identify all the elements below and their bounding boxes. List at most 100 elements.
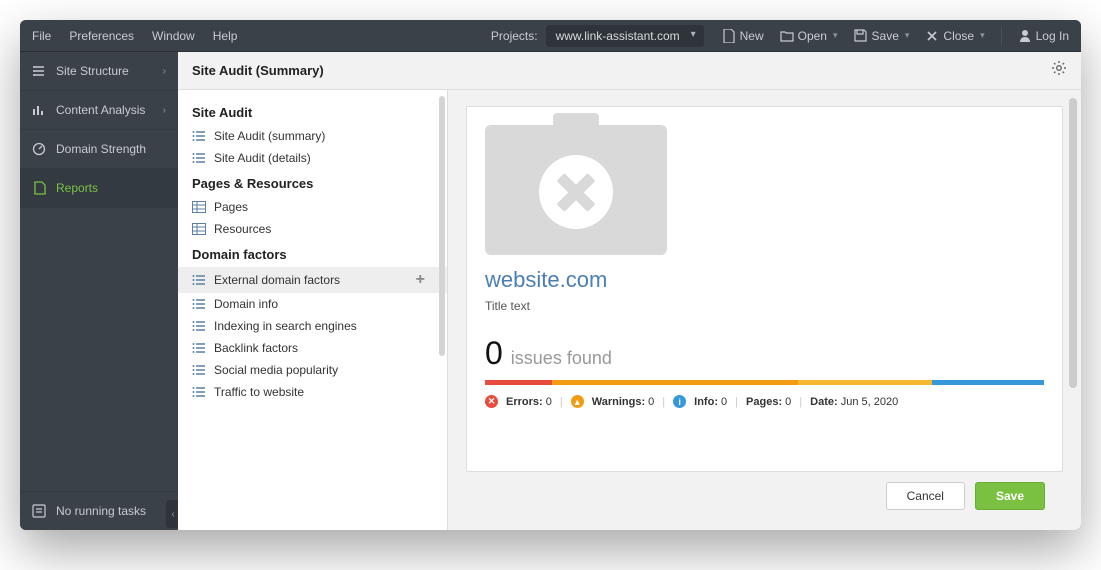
nav-row-label: Backlink factors (214, 341, 298, 355)
info-icon: i (673, 395, 686, 408)
warning-icon: ▲ (571, 395, 584, 408)
nav-row[interactable]: Backlink factors (178, 337, 447, 359)
tasks-icon (32, 504, 46, 518)
issues-summary: 0 issues found (485, 335, 1044, 372)
nav-row[interactable]: External domain factors + (178, 267, 447, 293)
scrollbar[interactable] (1069, 98, 1077, 388)
sidebar: Site Structure › Content Analysis › Doma… (20, 52, 178, 530)
nav-section-heading: Site Audit (178, 98, 447, 125)
nav-row[interactable]: Pages (178, 196, 447, 218)
chevron-down-icon: ▾ (980, 30, 985, 41)
project-select[interactable]: www.link-assistant.com (546, 25, 704, 47)
sidebar-item-reports[interactable]: Reports (20, 169, 178, 208)
issues-label: issues found (511, 348, 612, 369)
sidebar-item-label: Content Analysis (56, 103, 145, 117)
preview-card: website.com Title text 0 issues found ✕ … (466, 106, 1063, 472)
menu-file[interactable]: File (32, 29, 51, 43)
report-nav-panel: Site Audit Site Audit (summary) Site Audit… (178, 90, 448, 530)
nav-row-label: Pages (214, 200, 248, 214)
user-icon (1018, 29, 1032, 43)
list-icon (192, 152, 206, 164)
nav-row[interactable]: Traffic to website (178, 381, 447, 403)
document-icon (32, 181, 46, 195)
toolbar-actions: New Open ▾ Save ▾ Close ▾ Log In (722, 27, 1069, 45)
nav-row[interactable]: Social media popularity (178, 359, 447, 381)
menu-preferences[interactable]: Preferences (69, 29, 134, 43)
issues-progress-bar (485, 380, 1044, 385)
tasks-status[interactable]: No running tasks ‹ (20, 491, 178, 530)
progress-segment (798, 380, 932, 385)
nav-section-heading: Domain factors (178, 240, 447, 267)
nav-row-label: Resources (214, 222, 271, 236)
nav-row[interactable]: Resources (178, 218, 447, 240)
list-icon (192, 298, 206, 310)
error-icon: ✕ (485, 395, 498, 408)
file-icon (722, 29, 736, 43)
list-icon (192, 130, 206, 142)
list-icon (192, 320, 206, 332)
issues-count: 0 (485, 335, 503, 372)
chevron-right-icon: › (163, 66, 166, 77)
nav-row-label: Site Audit (details) (214, 151, 311, 165)
project-selected-value: www.link-assistant.com (556, 29, 680, 43)
table-icon (192, 201, 206, 213)
new-button[interactable]: New (722, 29, 764, 43)
gear-icon[interactable] (1051, 60, 1067, 81)
page-title: Site Audit (Summary) (192, 63, 324, 78)
chart-icon (32, 103, 46, 117)
nav-row[interactable]: Indexing in search engines (178, 315, 447, 337)
sidebar-item-label: Site Structure (56, 64, 129, 78)
plus-icon[interactable]: + (416, 271, 433, 289)
sidebar-item-label: Reports (56, 181, 98, 195)
nav-row-label: External domain factors (214, 273, 340, 287)
nav-row-label: Domain info (214, 297, 278, 311)
preview-panel: website.com Title text 0 issues found ✕ … (448, 90, 1081, 530)
main-area: Site Audit (Summary) Site AuditSite Audi… (178, 52, 1081, 530)
save-icon (854, 29, 868, 43)
structure-icon (32, 64, 46, 78)
chevron-right-icon: › (163, 105, 166, 116)
nav-row-label: Site Audit (summary) (214, 129, 325, 143)
nav-row[interactable]: Site Audit (summary) (178, 125, 447, 147)
folder-open-icon (780, 29, 794, 43)
list-icon (192, 274, 206, 286)
chevron-down-icon: ▾ (833, 30, 838, 41)
toolbar-divider (1001, 27, 1002, 45)
progress-segment (485, 380, 552, 385)
nav-row[interactable]: Site Audit (details) (178, 147, 447, 169)
tasks-label: No running tasks (56, 504, 146, 518)
stats-row: ✕ Errors: 0 | ▲ Warnings: 0 | i Info: 0 … (485, 395, 1044, 408)
nav-row[interactable]: Domain info (178, 293, 447, 315)
app-window: File Preferences Window Help Projects: w… (20, 20, 1081, 530)
save-button[interactable]: Save (975, 482, 1045, 510)
save-button[interactable]: Save ▾ (854, 29, 910, 43)
nav-row-label: Social media popularity (214, 363, 338, 377)
close-button[interactable]: Close ▾ (925, 29, 984, 43)
progress-segment (932, 380, 1044, 385)
progress-segment (552, 380, 798, 385)
nav-row-label: Traffic to website (214, 385, 304, 399)
login-button[interactable]: Log In (1018, 29, 1069, 43)
footer-actions: Cancel Save (466, 472, 1063, 522)
list-icon (192, 386, 206, 398)
gauge-icon (32, 142, 46, 156)
menu-window[interactable]: Window (152, 29, 195, 43)
sidebar-item-domain-strength[interactable]: Domain Strength (20, 130, 178, 169)
main-header: Site Audit (Summary) (178, 52, 1081, 90)
menu-items: File Preferences Window Help (32, 29, 237, 43)
domain-link[interactable]: website.com (485, 267, 1044, 293)
cancel-button[interactable]: Cancel (886, 482, 965, 510)
sidebar-item-site-structure[interactable]: Site Structure › (20, 52, 178, 91)
list-icon (192, 342, 206, 354)
close-icon (925, 29, 939, 43)
nav-row-label: Indexing in search engines (214, 319, 357, 333)
open-button[interactable]: Open ▾ (780, 29, 838, 43)
scrollbar[interactable] (439, 96, 445, 356)
title-text: Title text (485, 299, 1044, 313)
chevron-down-icon: ▾ (905, 30, 910, 41)
sidebar-item-content-analysis[interactable]: Content Analysis › (20, 91, 178, 130)
nav-section-heading: Pages & Resources (178, 169, 447, 196)
menu-help[interactable]: Help (213, 29, 238, 43)
list-icon (192, 364, 206, 376)
projects-label: Projects: (491, 29, 538, 43)
